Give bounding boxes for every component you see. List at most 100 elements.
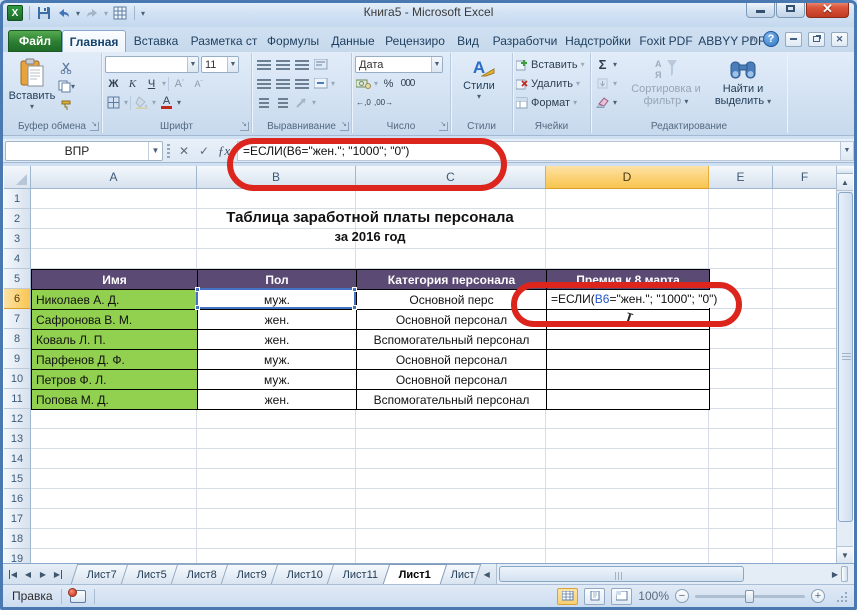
paste-button[interactable]: Вставить ▾: [6, 55, 58, 117]
number-dialog-launcher-icon[interactable]: ↘: [439, 121, 448, 131]
number-format-combobox[interactable]: Дата ▼: [355, 56, 443, 73]
increase-decimal-icon[interactable]: ←,0: [355, 94, 372, 111]
workbook-close-button[interactable]: ✕: [831, 31, 848, 47]
format-painter-icon[interactable]: [58, 97, 75, 114]
ribbon-tab-1[interactable]: Главная: [62, 30, 126, 52]
find-select-button[interactable]: Найти и выделить ▾: [704, 55, 782, 117]
fill-down-icon[interactable]: [594, 75, 611, 92]
font-dialog-launcher-icon[interactable]: ↘: [240, 121, 249, 131]
align-top-icon[interactable]: [255, 56, 272, 73]
column-header-category[interactable]: Категория персонала: [357, 270, 547, 290]
clear-icon[interactable]: [594, 94, 611, 111]
row-header-1[interactable]: 1: [4, 189, 31, 209]
zoom-in-button[interactable]: +: [811, 589, 825, 603]
column-header-B[interactable]: B: [197, 166, 356, 189]
underline-button[interactable]: Ч: [143, 75, 160, 92]
cell-C6[interactable]: Основной перс: [357, 290, 547, 310]
cell-C9[interactable]: Основной персонал: [357, 350, 547, 370]
page-layout-view-button[interactable]: [584, 587, 606, 605]
merge-center-icon[interactable]: [312, 75, 329, 92]
cut-icon[interactable]: [58, 59, 75, 76]
column-header-name[interactable]: Имя: [32, 270, 198, 290]
cell-B10[interactable]: муж.: [198, 370, 357, 390]
cell-A9[interactable]: Парфенов Д. Ф.: [32, 350, 198, 370]
cell-A8[interactable]: Коваль Л. П.: [32, 330, 198, 350]
normal-view-button[interactable]: [557, 587, 579, 605]
column-header-F[interactable]: F: [773, 166, 837, 189]
ribbon-tab-file[interactable]: Файл: [8, 30, 62, 52]
zoom-out-button[interactable]: −: [675, 589, 689, 603]
decrease-indent-icon[interactable]: [255, 94, 272, 111]
next-sheet-icon[interactable]: ▶: [36, 567, 50, 582]
row-header-17[interactable]: 17: [4, 509, 31, 529]
name-box[interactable]: ВПР ▼: [5, 140, 163, 161]
row-header-10[interactable]: 10: [4, 369, 31, 389]
formula-input[interactable]: =ЕСЛИ(B6="жен."; "1000"; "0"): [237, 140, 840, 161]
align-center-icon[interactable]: [274, 75, 291, 92]
tab-scroll-left-icon[interactable]: ◀: [480, 564, 494, 584]
vertical-scroll-thumb[interactable]: [838, 192, 853, 522]
ribbon-tab-6[interactable]: Рецензиро: [382, 30, 448, 52]
handle-icon[interactable]: [352, 305, 357, 310]
split-handle[interactable]: [837, 166, 853, 174]
cell-A10[interactable]: Петров Ф. Л.: [32, 370, 198, 390]
row-header-11[interactable]: 11: [4, 389, 31, 409]
column-header-E[interactable]: E: [709, 166, 773, 189]
column-header-A[interactable]: A: [31, 166, 197, 189]
cell-B7[interactable]: жен.: [198, 310, 357, 330]
cell-A7[interactable]: Сафронова В. М.: [32, 310, 198, 330]
alignment-dialog-launcher-icon[interactable]: ↘: [340, 121, 349, 131]
chevron-down-icon[interactable]: ▼: [148, 141, 162, 160]
formula-bar-drag-handle[interactable]: [167, 143, 170, 158]
orientation-icon[interactable]: [293, 94, 310, 111]
cell-D11[interactable]: [547, 390, 710, 410]
increase-indent-icon[interactable]: [274, 94, 291, 111]
insert-function-button[interactable]: ƒx: [215, 142, 233, 160]
decrease-decimal-icon[interactable]: ,00→: [374, 94, 393, 111]
previous-sheet-icon[interactable]: ◀: [21, 567, 35, 582]
column-header-C[interactable]: C: [356, 166, 546, 189]
autosum-button[interactable]: Σ: [594, 56, 611, 73]
ribbon-tab-8[interactable]: Разработчи: [488, 30, 562, 52]
ribbon-tab-3[interactable]: Разметка ст: [186, 30, 262, 52]
ribbon-tab-9[interactable]: Надстройки: [562, 30, 634, 52]
align-left-icon[interactable]: [255, 75, 272, 92]
handle-icon[interactable]: [195, 287, 200, 292]
row-header-18[interactable]: 18: [4, 529, 31, 549]
copy-icon[interactable]: ▾: [58, 78, 75, 95]
ribbon-tab-4[interactable]: Формулы: [262, 30, 324, 52]
cell-D10[interactable]: [547, 370, 710, 390]
sort-filter-button[interactable]: АЯ Сортировка и фильтр ▾: [628, 55, 704, 117]
row-header-9[interactable]: 9: [4, 349, 31, 369]
fill-color-icon[interactable]: [133, 94, 150, 111]
italic-button[interactable]: К: [124, 75, 141, 92]
handle-icon[interactable]: [195, 305, 200, 310]
percent-style-button[interactable]: %: [380, 75, 397, 92]
underline-dropdown-icon[interactable]: ▾: [162, 79, 166, 88]
align-middle-icon[interactable]: [274, 56, 291, 73]
first-sheet-icon[interactable]: ◀: [6, 567, 20, 582]
workbook-minimize-button[interactable]: [785, 31, 802, 47]
help-icon[interactable]: ?: [763, 31, 779, 47]
zoom-slider-thumb[interactable]: [745, 589, 754, 603]
page-break-view-button[interactable]: [611, 587, 633, 605]
row-header-15[interactable]: 15: [4, 469, 31, 489]
row-header-4[interactable]: 4: [4, 249, 31, 269]
column-header-D[interactable]: D: [546, 166, 709, 189]
row-header-6[interactable]: 6: [4, 289, 31, 309]
wrap-text-icon[interactable]: [312, 56, 329, 73]
zoom-slider[interactable]: [695, 589, 805, 603]
cell-C8[interactable]: Вспомогательный персонал: [357, 330, 547, 350]
last-sheet-icon[interactable]: ▶: [51, 567, 65, 582]
cell-B8[interactable]: жен.: [198, 330, 357, 350]
font-color-icon[interactable]: А: [158, 94, 175, 111]
cell-D9[interactable]: [547, 350, 710, 370]
cancel-entry-button[interactable]: ✕: [175, 142, 193, 160]
cell-A6[interactable]: Николаев А. Д.: [32, 290, 198, 310]
ribbon-tab-5[interactable]: Данные: [324, 30, 382, 52]
scroll-right-icon[interactable]: ▶: [832, 570, 838, 579]
format-cells-button[interactable]: Формат ▾: [515, 93, 588, 112]
row-header-12[interactable]: 12: [4, 409, 31, 429]
horizontal-split-handle[interactable]: [841, 566, 848, 582]
grow-font-button[interactable]: Аˆ: [171, 75, 188, 92]
